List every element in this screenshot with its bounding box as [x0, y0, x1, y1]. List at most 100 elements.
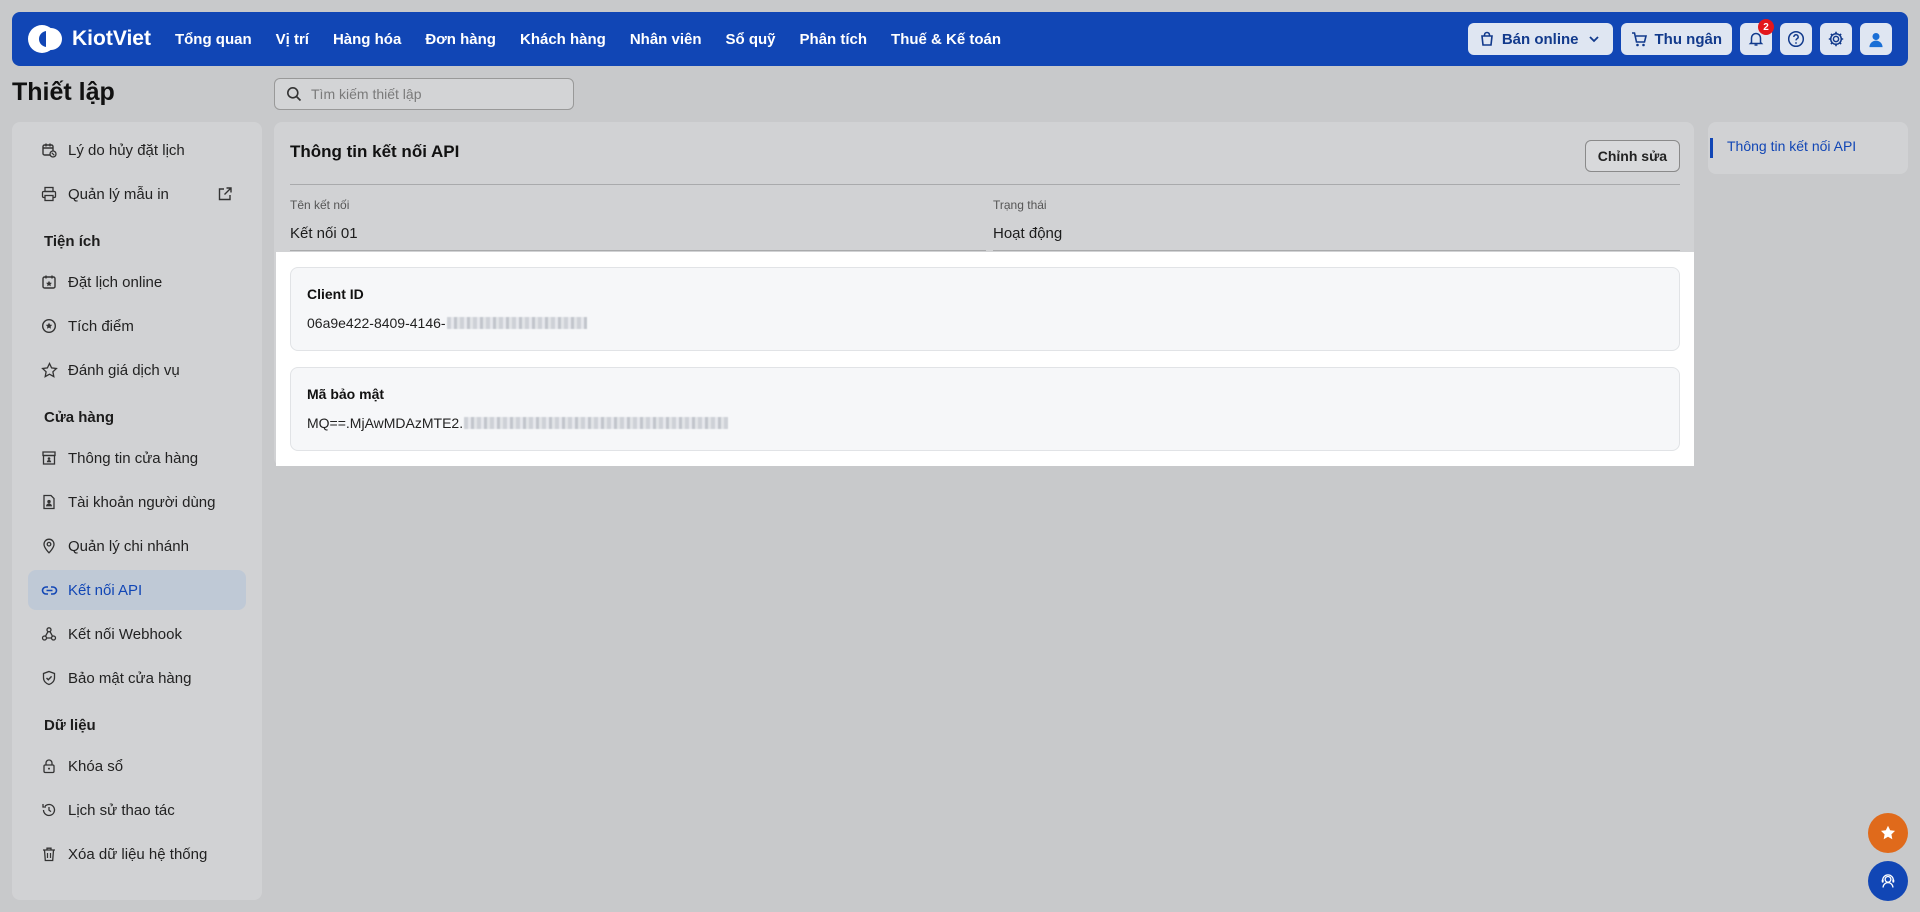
connection-name-value: Kết nối 01: [290, 225, 358, 242]
sidebar-item-label: Lý do hủy đặt lịch: [68, 141, 185, 159]
sidebar-item-online-booking[interactable]: Đặt lịch online: [28, 262, 246, 302]
map-pin-icon: [40, 537, 58, 555]
secret-key-row: MQ==.MjAwMDAzMTE2.: [307, 415, 1663, 431]
search-input[interactable]: [311, 86, 551, 102]
user-badge-icon: [40, 493, 58, 511]
connection-name-label: Tên kết nối: [290, 198, 350, 212]
shopping-bag-icon: [1478, 30, 1496, 48]
sidebar-item-print-templates[interactable]: Quản lý mẫu in: [28, 174, 246, 214]
support-agent-icon: [1879, 872, 1897, 890]
settings-button[interactable]: [1820, 23, 1852, 55]
chevron-down-icon: [1585, 30, 1603, 48]
cashier-button[interactable]: Thu ngân: [1620, 23, 1732, 55]
secret-key-value[interactable]: MQ==.MjAwMDAzMTE2.: [307, 415, 463, 431]
calendar-cancel-icon: [40, 141, 58, 159]
sidebar-item-label: Kết nối Webhook: [68, 625, 182, 643]
avatar-icon: [1867, 30, 1885, 48]
status-value: Hoạt động: [993, 225, 1063, 242]
status-underline: [993, 250, 1680, 251]
nav-nhan-vien[interactable]: Nhân viên: [630, 31, 702, 48]
sell-online-label: Bán online: [1501, 30, 1579, 48]
nav-phan-tich[interactable]: Phân tích: [800, 31, 868, 48]
webhook-icon: [40, 625, 58, 643]
cashier-label: Thu ngân: [1654, 30, 1723, 48]
star-icon: [1879, 824, 1897, 842]
cart-icon: [1631, 30, 1649, 48]
user-avatar-button[interactable]: [1860, 23, 1892, 55]
section-title-store: Cửa hàng: [44, 409, 115, 426]
sidebar-item-label: Lịch sử thao tác: [68, 801, 175, 819]
help-button[interactable]: [1780, 23, 1812, 55]
sidebar-item-label: Xóa dữ liệu hệ thống: [68, 845, 208, 863]
sidebar-item-activity-history[interactable]: Lịch sử thao tác: [28, 790, 246, 830]
section-title-data: Dữ liệu: [44, 717, 96, 734]
sidebar-item-loyalty-points[interactable]: Tích điểm: [28, 306, 246, 346]
sidebar-item-store-info[interactable]: Thông tin cửa hàng: [28, 438, 246, 478]
sidebar-item-label: Quản lý chi nhánh: [68, 537, 189, 555]
kiotviet-logo-icon: [28, 22, 62, 56]
section-title-utilities: Tiện ích: [44, 233, 101, 250]
sidebar-item-webhook[interactable]: Kết nối Webhook: [28, 614, 246, 654]
client-id-label: Client ID: [307, 286, 364, 302]
notification-count-badge: 2: [1758, 19, 1774, 35]
sidebar-item-branch-management[interactable]: Quản lý chi nhánh: [28, 526, 246, 566]
lock-icon: [40, 757, 58, 775]
sidebar-item-label: Bảo mật cửa hàng: [68, 669, 192, 687]
panel-heading: Thông tin kết nối API: [290, 142, 460, 161]
main-nav: Tổng quan Vị trí Hàng hóa Đơn hàng Khách…: [175, 31, 1001, 48]
sidebar-item-delete-system-data[interactable]: Xóa dữ liệu hệ thống: [28, 834, 246, 874]
nav-thue-ke-toan[interactable]: Thuế & Kế toán: [891, 31, 1001, 48]
secret-key-box: Mã bảo mật MQ==.MjAwMDAzMTE2.: [290, 367, 1680, 451]
shield-check-icon: [40, 669, 58, 687]
sidebar-item-label: Quản lý mẫu in: [68, 185, 169, 203]
client-id-box: Client ID 06a9e422-8409-4146-: [290, 267, 1680, 351]
sidebar-item-cancel-reasons[interactable]: Lý do hủy đặt lịch: [28, 130, 246, 170]
sidebar-item-api-connection[interactable]: Kết nối API: [28, 570, 246, 610]
sidebar-item-store-security[interactable]: Bảo mật cửa hàng: [28, 658, 246, 698]
sidebar-item-label: Đặt lịch online: [68, 273, 163, 291]
favorite-fab[interactable]: [1868, 813, 1908, 853]
sidebar-item-label: Thông tin cửa hàng: [68, 449, 199, 467]
brand-name: KiotViet: [72, 27, 151, 50]
sell-online-button[interactable]: Bán online: [1467, 23, 1613, 55]
nav-don-hang[interactable]: Đơn hàng: [425, 31, 496, 48]
table-of-contents: Thông tin kết nối API: [1708, 122, 1908, 174]
sidebar-item-label: Tài khoản người dùng: [68, 493, 216, 511]
medal-star-icon: [40, 317, 58, 335]
nav-hang-hoa[interactable]: Hàng hóa: [333, 31, 401, 48]
top-actions: Bán online Thu ngân 2: [1467, 19, 1892, 55]
printer-icon: [40, 185, 58, 203]
top-navbar: KiotViet Tổng quan Vị trí Hàng hóa Đơn h…: [12, 12, 1908, 66]
support-fab[interactable]: [1868, 861, 1908, 901]
sidebar-item-label: Kết nối API: [68, 581, 143, 599]
notification-button[interactable]: 2: [1740, 19, 1774, 55]
status-label: Trạng thái: [993, 198, 1047, 212]
page-title: Thiết lập: [12, 78, 115, 106]
nav-tong-quan[interactable]: Tổng quan: [175, 31, 252, 48]
kiotviet-logo[interactable]: KiotViet: [28, 22, 151, 56]
panel-divider: [290, 184, 1680, 185]
sidebar-item-period-lock[interactable]: Khóa sổ: [28, 746, 246, 786]
sidebar-item-label: Khóa sổ: [68, 757, 124, 775]
search-icon: [285, 85, 303, 103]
nav-so-quy[interactable]: Sổ quỹ: [726, 31, 776, 48]
sidebar-item-user-accounts[interactable]: Tài khoản người dùng: [28, 482, 246, 522]
calendar-star-icon: [40, 273, 58, 291]
toc-item-api-info[interactable]: Thông tin kết nối API: [1710, 138, 1856, 158]
help-icon: [1787, 30, 1805, 48]
gear-icon: [1827, 30, 1845, 48]
nav-vi-tri[interactable]: Vị trí: [276, 31, 309, 48]
link-icon: [40, 581, 58, 599]
client-id-redacted: [446, 317, 587, 329]
client-id-row: 06a9e422-8409-4146-: [307, 315, 1663, 331]
connection-name-underline: [290, 250, 986, 251]
settings-search[interactable]: [274, 78, 574, 110]
secret-key-label: Mã bảo mật: [307, 386, 385, 402]
edit-button[interactable]: Chỉnh sửa: [1584, 140, 1680, 172]
client-id-value[interactable]: 06a9e422-8409-4146-: [307, 315, 446, 331]
settings-sidebar: Lý do hủy đặt lịch Quản lý mẫu in Tiện í…: [12, 122, 262, 900]
nav-khach-hang[interactable]: Khách hàng: [520, 31, 606, 48]
trash-icon: [40, 845, 58, 863]
sidebar-item-label: Đánh giá dịch vụ: [68, 361, 180, 379]
sidebar-item-service-rating[interactable]: Đánh giá dịch vụ: [28, 350, 246, 390]
